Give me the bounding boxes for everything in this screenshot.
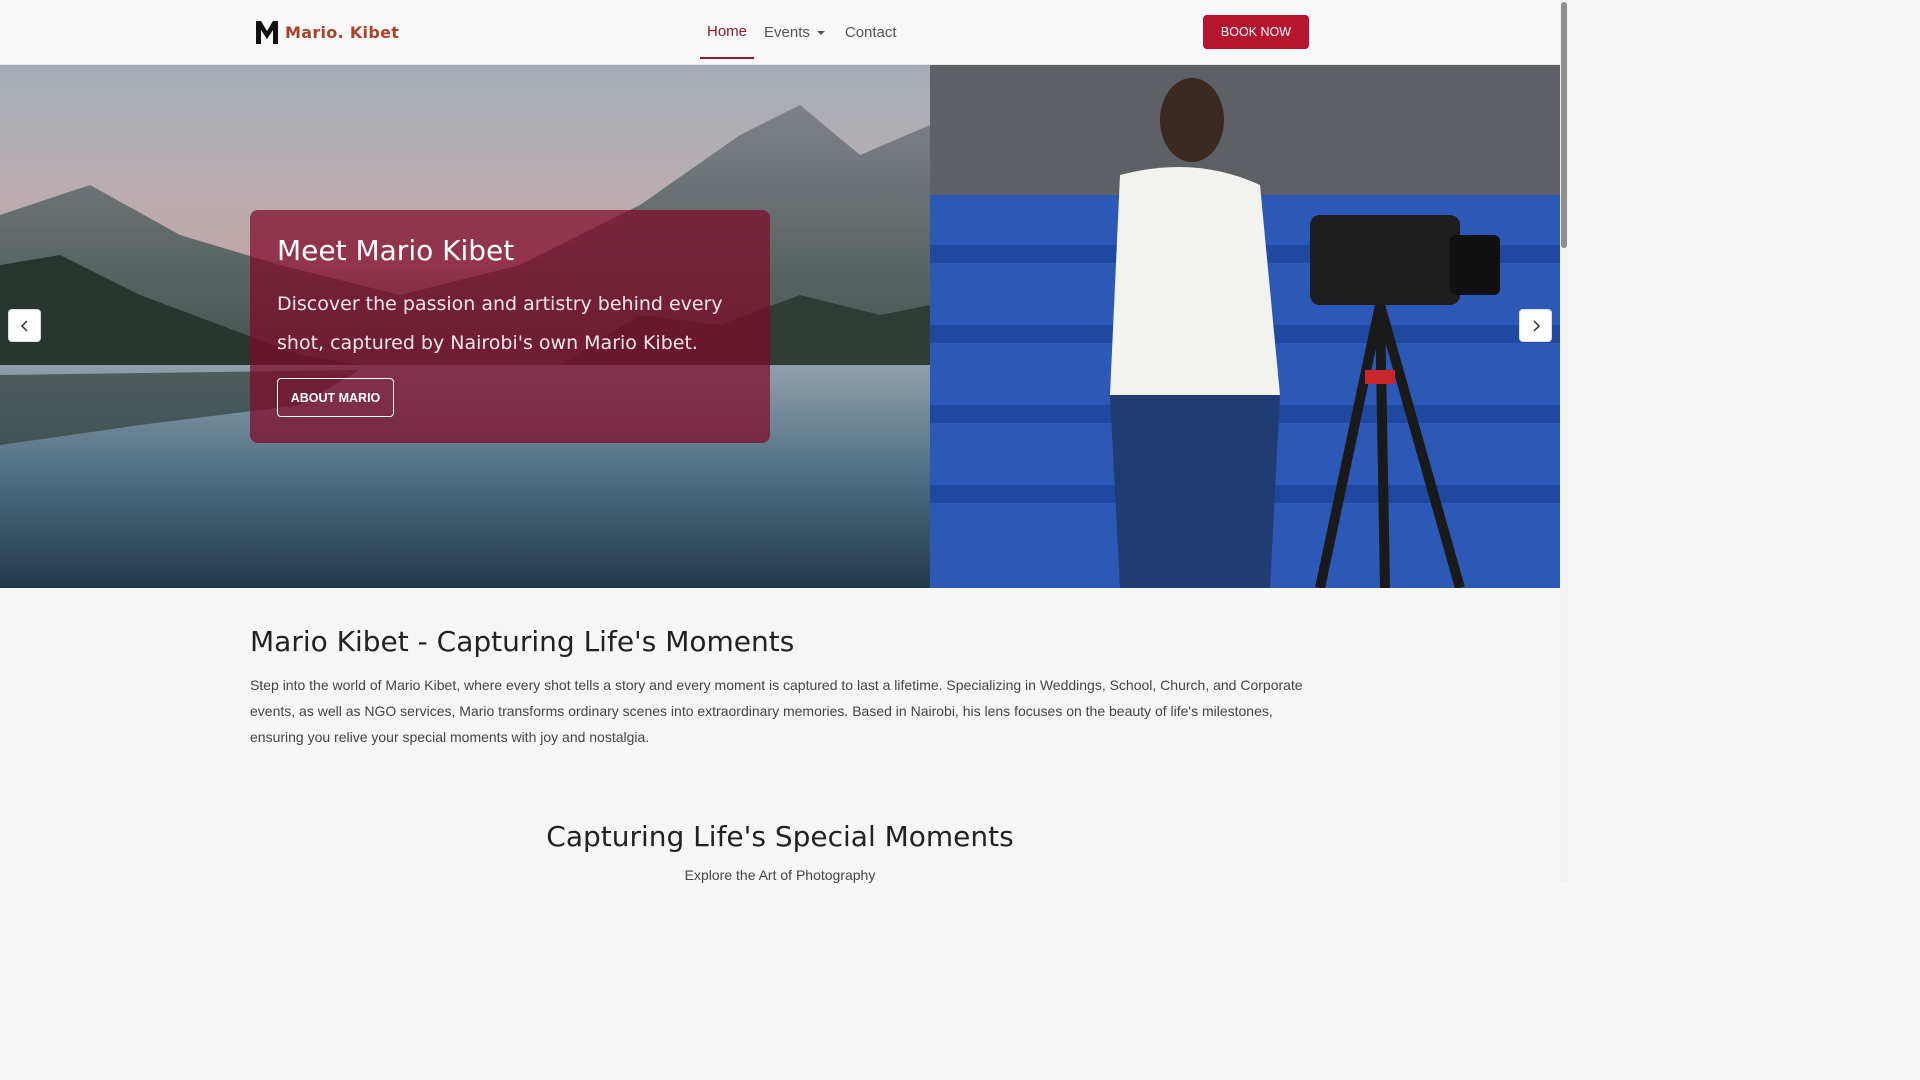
about-body: Step into the world of Mario Kibet, wher… [250,677,1303,745]
chevron-right-icon [1532,319,1540,332]
nav-events-dropdown[interactable]: Events [754,7,835,59]
about-heading: Mario Kibet - Capturing Life's Moments [250,625,795,658]
carousel-prev-button[interactable] [8,309,41,342]
hero-carousel: Meet Mario Kibet Discover the passion an… [0,65,1560,588]
book-now-button[interactable]: BOOK NOW [1203,15,1309,49]
moments-section: Capturing Life's Special Moments Explore… [0,820,1560,883]
nav-contact[interactable]: Contact [835,7,907,59]
hero-title: Meet Mario Kibet [277,234,515,267]
scrollbar-thumb[interactable] [1561,2,1567,248]
brand-name: Mario. Kibet [285,22,400,42]
navbar: Mario. Kibet Home Events Contact BOOK NO… [0,0,1560,65]
caret-down-icon [816,30,825,35]
brand-logo-link[interactable]: Mario. Kibet [255,19,399,45]
moments-subheading: Explore the Art of Photography [684,867,876,883]
nav-home[interactable]: Home [700,7,755,59]
main-nav: Home Events Contact [700,0,907,65]
hero-caption-box: Meet Mario Kibet Discover the passion an… [250,210,770,443]
moments-heading: Capturing Life's Special Moments [546,820,1014,853]
hero-description: Discover the passion and artistry behind… [277,293,723,354]
carousel-next-button[interactable] [1519,309,1552,342]
about-section: Mario Kibet - Capturing Life's Moments S… [250,625,1310,750]
photographer-photo [930,65,1560,588]
nav-events-label: Events [764,24,810,41]
chevron-left-icon [20,319,28,332]
m-logo-icon [256,21,278,44]
page-scrollbar[interactable] [1560,0,1568,882]
about-mario-button[interactable]: ABOUT MARIO [277,378,394,417]
